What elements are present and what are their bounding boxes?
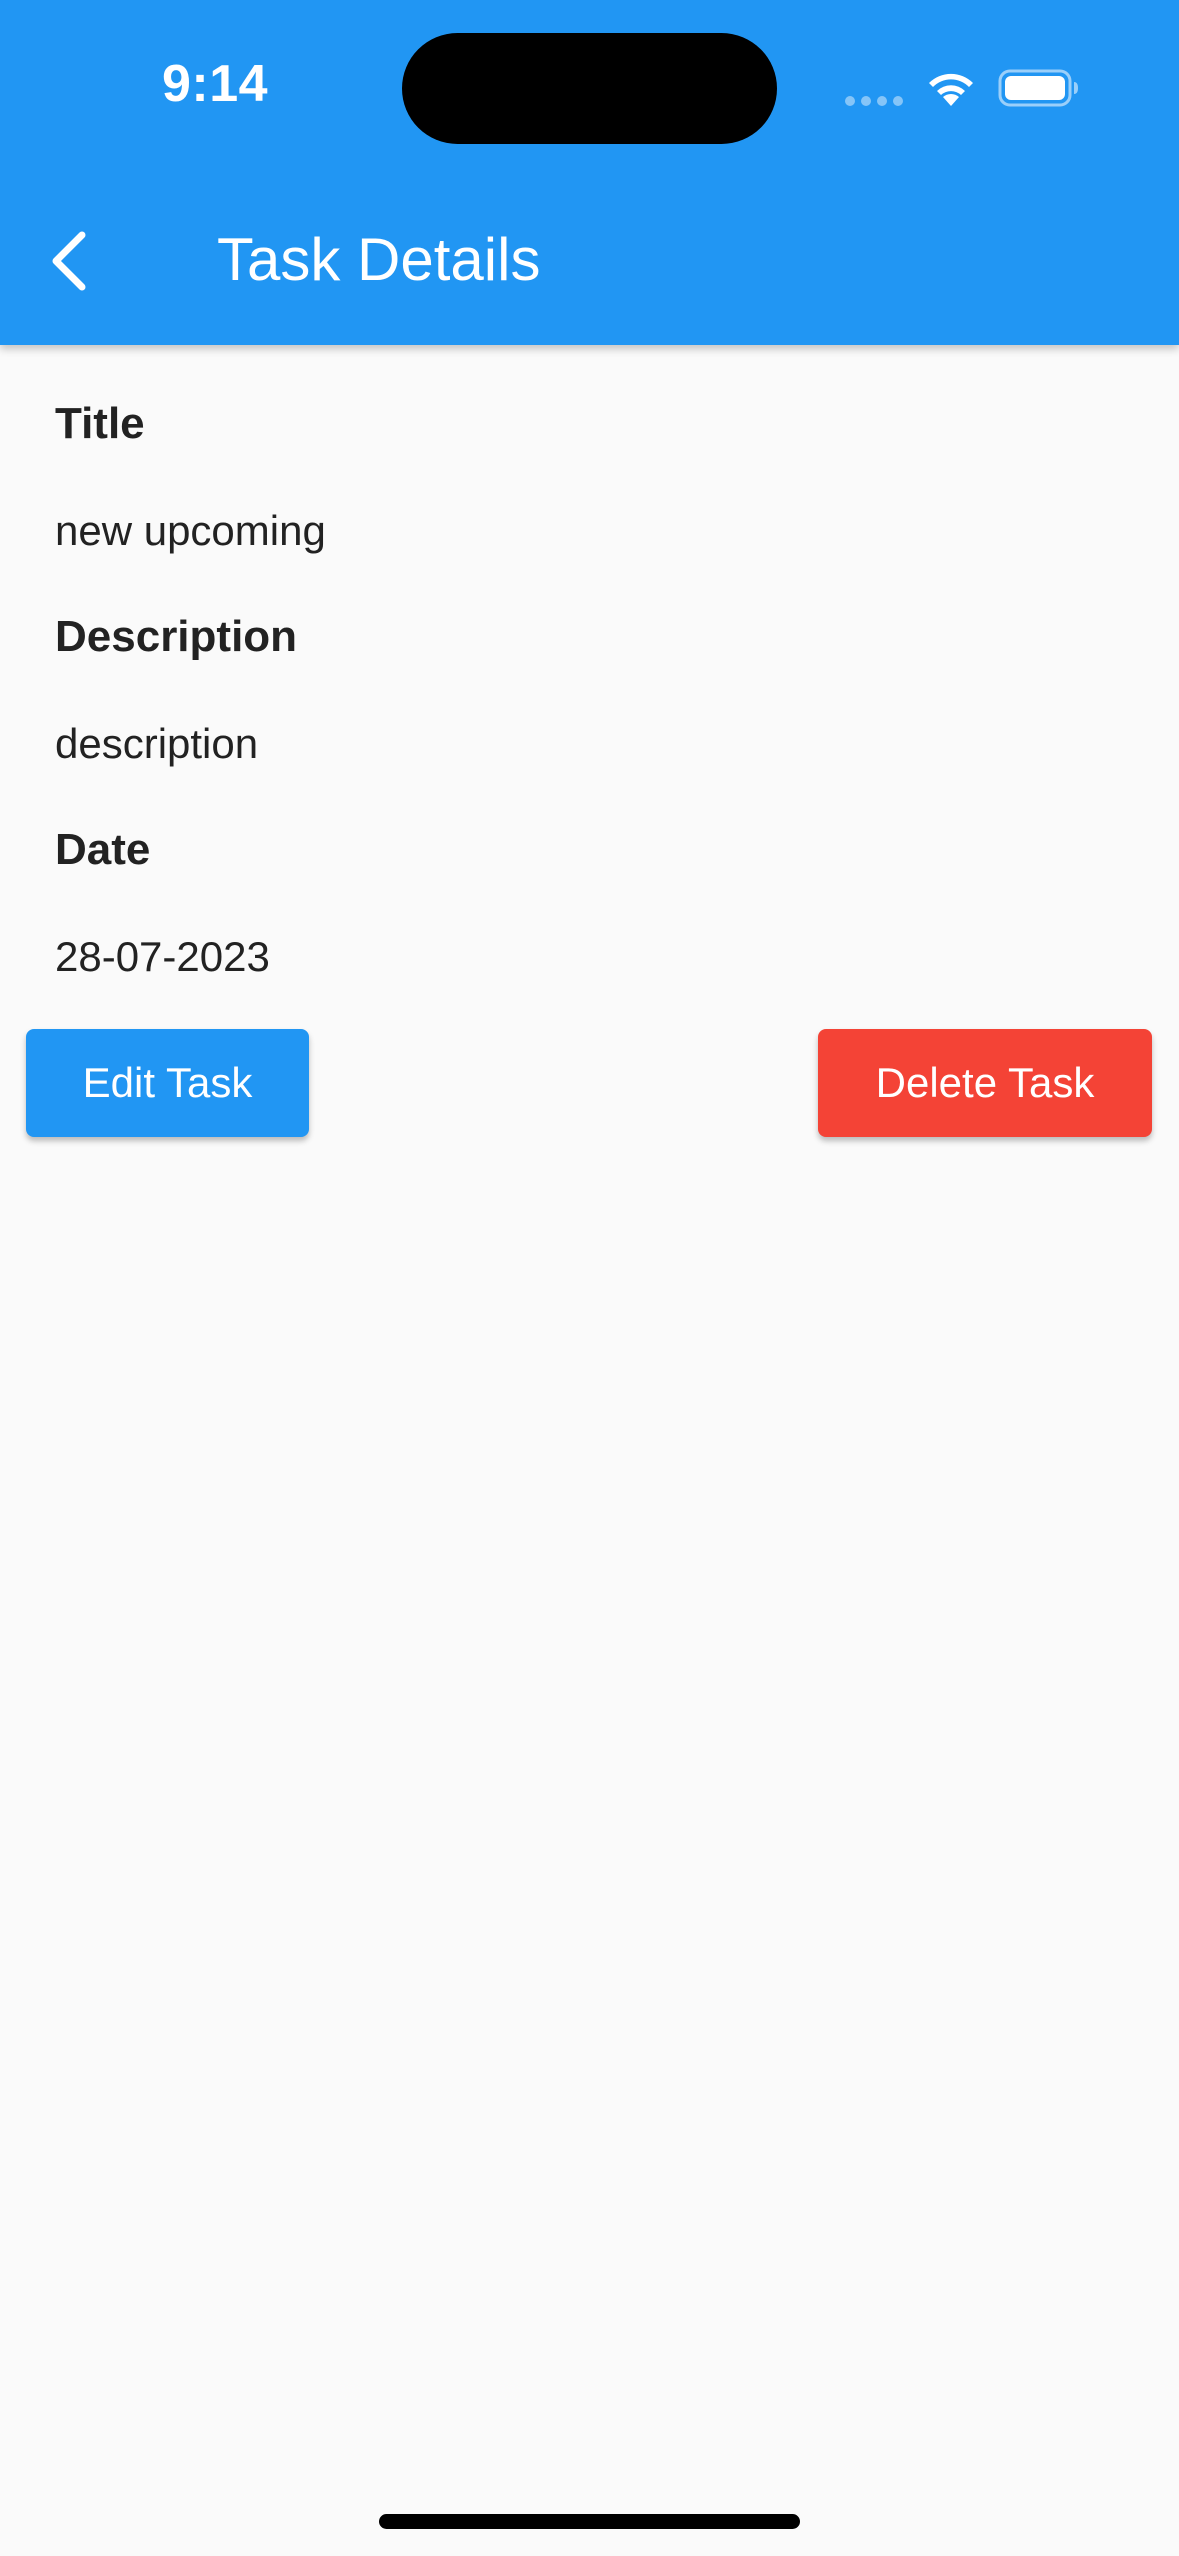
battery-icon	[998, 69, 1078, 107]
home-indicator[interactable]	[379, 2514, 800, 2529]
title-value: new upcoming	[55, 507, 326, 554]
back-button[interactable]	[30, 218, 106, 304]
chevron-left-icon	[52, 231, 86, 291]
status-time: 9:14	[162, 55, 269, 113]
delete-task-button[interactable]: Delete Task	[818, 1029, 1152, 1137]
cellular-signal-icon	[845, 96, 905, 106]
page-title: Task Details	[217, 226, 541, 293]
title-label: Title	[55, 399, 145, 448]
description-value: description	[55, 720, 259, 767]
date-value: 28-07-2023	[55, 933, 270, 980]
edit-task-button[interactable]: Edit Task	[26, 1029, 309, 1137]
dynamic-island	[402, 33, 777, 144]
task-details-screen: 9:14 Task Details Title new upcoming Des…	[0, 0, 1179, 2556]
wifi-icon	[929, 73, 973, 106]
date-label: Date	[55, 825, 151, 874]
description-label: Description	[55, 612, 298, 661]
app-bar: 9:14 Task Details	[0, 0, 1179, 345]
